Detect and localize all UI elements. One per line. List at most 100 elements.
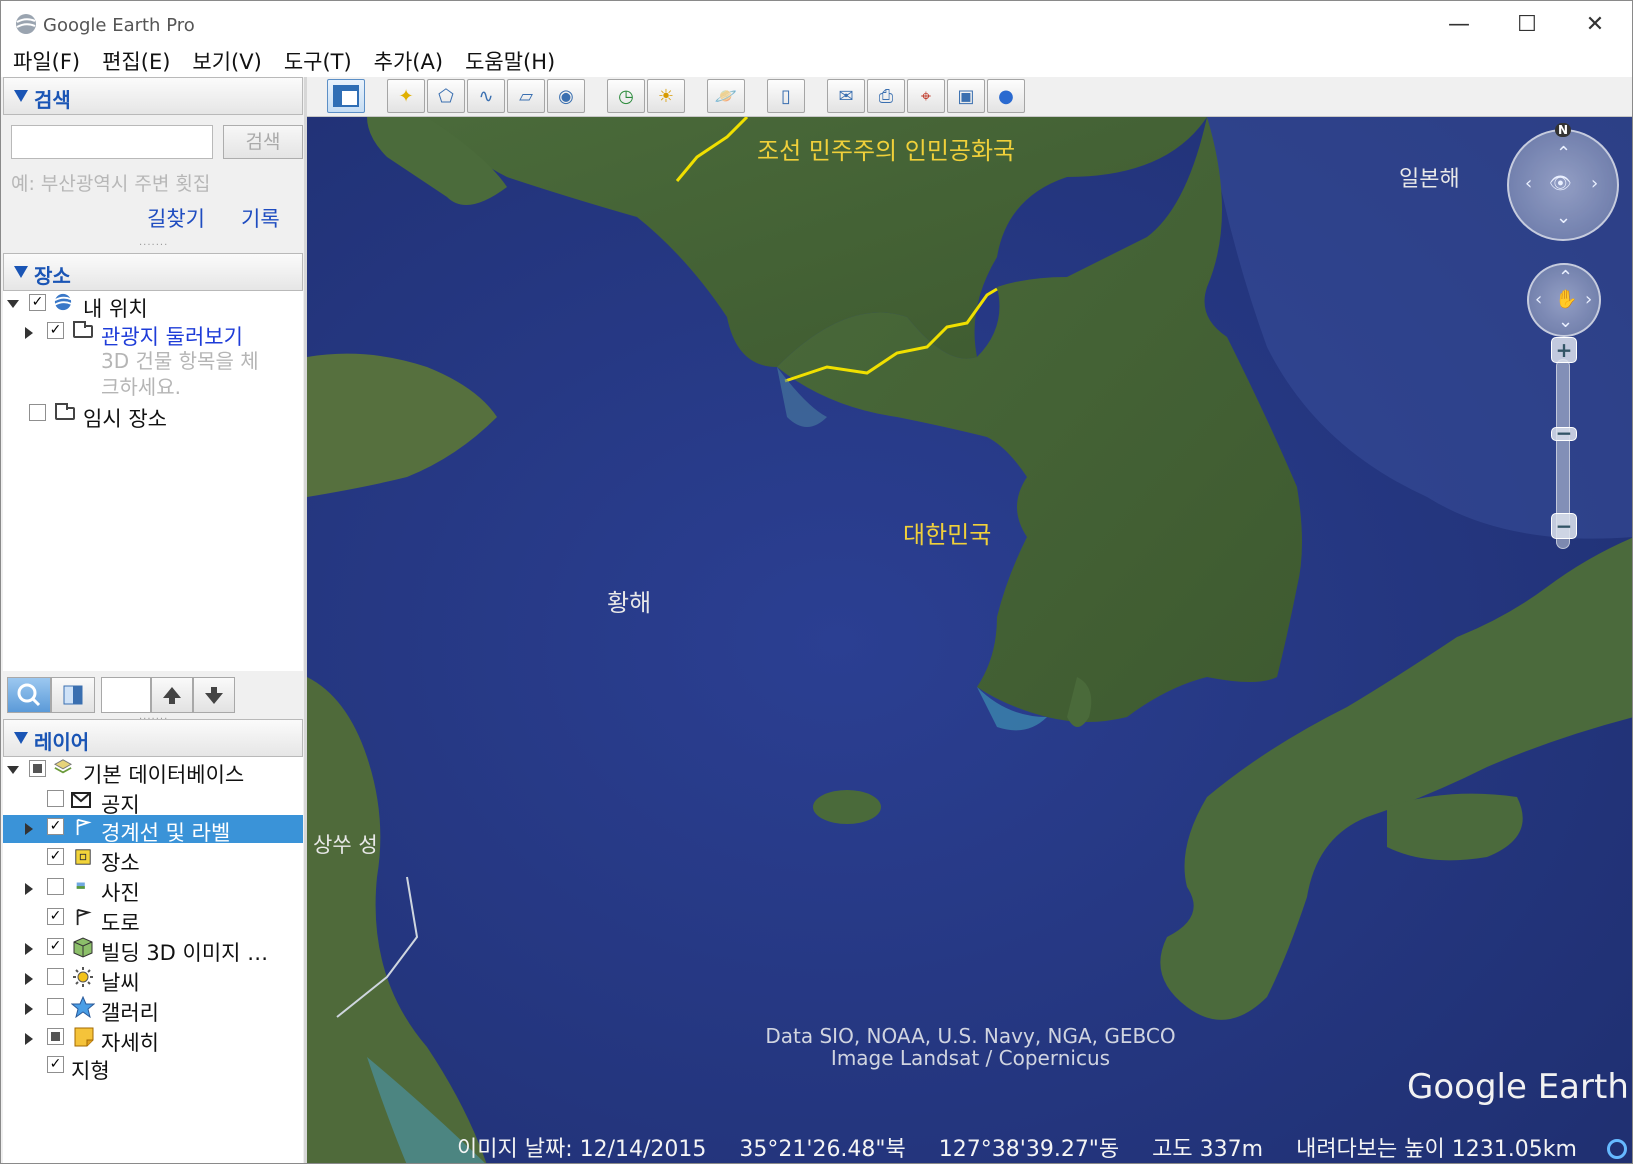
checkbox[interactable] — [47, 790, 64, 807]
places-tree: ✓ 내 위치 ✓ 관광지 둘러보기 3D 건물 항목을 체 크하세요. 임시 장… — [3, 291, 303, 671]
layer-row-gallery[interactable]: 갤러리 — [3, 995, 303, 1025]
sidebar-toggle-button[interactable] — [327, 79, 365, 113]
image-overlay-icon: ▱ — [519, 85, 533, 107]
look-down-icon[interactable]: ⌄ — [1556, 207, 1571, 228]
eye-icon: 👁 — [1549, 173, 1572, 194]
look-right-icon[interactable]: › — [1591, 173, 1598, 194]
pan-down-icon[interactable]: ⌄ — [1558, 311, 1573, 332]
maximize-button[interactable]: ☐ — [1493, 1, 1561, 47]
search-panel-header[interactable]: 검색 — [3, 77, 303, 115]
expand-arrow-icon[interactable] — [25, 1033, 33, 1045]
save-image-button[interactable]: ▣ — [947, 79, 985, 113]
checkbox[interactable]: ✓ — [47, 848, 64, 865]
zoom-out-button[interactable]: − — [1551, 513, 1577, 539]
checkbox[interactable] — [47, 968, 64, 985]
search-button[interactable]: 검색 — [223, 125, 303, 159]
add-polygon-button[interactable]: ⬠ — [427, 79, 465, 113]
layer-row-borders-labels[interactable]: ✓ 경계선 및 라벨 — [3, 815, 303, 845]
layer-row-3d-buildings[interactable]: ✓ 빌딩 3D 이미지 … — [3, 935, 303, 965]
expand-arrow-icon[interactable] — [25, 973, 33, 985]
tree-row-primary-database[interactable]: 기본 데이터베이스 — [3, 757, 303, 787]
layer-row-terrain[interactable]: ✓ 지형 — [3, 1053, 303, 1083]
checkbox[interactable] — [47, 998, 64, 1015]
checkbox[interactable]: ✓ — [47, 1056, 64, 1073]
earth-gallery-button[interactable]: ● — [987, 79, 1025, 113]
folder-icon — [73, 321, 93, 338]
switch-planet-button[interactable]: 🪐 — [707, 79, 745, 113]
look-control[interactable]: ⌃ ⌄ ‹ › 👁 — [1507, 129, 1619, 241]
add-image-overlay-button[interactable]: ▱ — [507, 79, 545, 113]
checkbox[interactable]: ✓ — [47, 908, 64, 925]
layers-panel-header[interactable]: 레이어 — [3, 719, 303, 757]
pan-up-icon[interactable]: ⌃ — [1558, 267, 1573, 288]
label-sea-of-japan: 일본해 — [1399, 167, 1460, 192]
look-left-icon[interactable]: ‹ — [1525, 173, 1532, 194]
status-bar: 이미지 날짜: 12/14/2015 35°21'26.48"북 127°38'… — [457, 1131, 1603, 1163]
globe-icon — [54, 293, 72, 311]
checkbox[interactable]: ✓ — [47, 938, 64, 955]
move-up-button[interactable] — [151, 677, 193, 713]
layer-row-notices[interactable]: 공지 — [3, 787, 303, 817]
directions-link[interactable]: 길찾기 — [147, 203, 205, 233]
pan-left-icon[interactable]: ‹ — [1535, 289, 1542, 310]
layer-row-more[interactable]: 자세히 — [3, 1025, 303, 1055]
flag-icon — [76, 908, 92, 926]
sunlight-button[interactable]: ☀ — [647, 79, 685, 113]
pan-right-icon[interactable]: › — [1585, 289, 1592, 310]
layer-row-photos[interactable]: 사진 — [3, 875, 303, 905]
add-path-button[interactable]: ∿ — [467, 79, 505, 113]
checkbox[interactable] — [47, 1028, 64, 1045]
menu-tools[interactable]: 도구(T) — [284, 47, 352, 77]
close-button[interactable]: ✕ — [1561, 1, 1629, 47]
move-down-button[interactable] — [193, 677, 235, 713]
menu-add[interactable]: 추가(A) — [374, 47, 443, 77]
layer-row-places[interactable]: ✓ 장소 — [3, 845, 303, 875]
print-button[interactable]: ⎙ — [867, 79, 905, 113]
expand-arrow-icon[interactable] — [7, 766, 19, 774]
layer-row-roads[interactable]: ✓ 도로 — [3, 905, 303, 935]
expand-arrow-icon[interactable] — [25, 1003, 33, 1015]
earth-map-view[interactable]: 조선 민주주의 인민공화국 대한민국 황해 일본해 상쑤 성 ⌃ ⌄ ‹ › 👁… — [307, 117, 1632, 1163]
expand-arrow-icon[interactable] — [25, 823, 33, 835]
ruler-button[interactable]: ▯ — [767, 79, 805, 113]
split-view-button[interactable] — [51, 677, 95, 713]
zoom-in-button[interactable]: + — [1551, 337, 1577, 363]
look-up-icon[interactable]: ⌃ — [1556, 143, 1571, 164]
view-in-maps-button[interactable]: ⌖ — [907, 79, 945, 113]
search-input[interactable] — [11, 125, 213, 159]
menu-help[interactable]: 도움말(H) — [465, 47, 555, 77]
envelope-icon — [71, 792, 91, 808]
tree-row-temporary-places[interactable]: 임시 장소 — [3, 401, 303, 431]
add-placemark-button[interactable]: ✦ — [387, 79, 425, 113]
checkbox[interactable]: ✓ — [47, 818, 64, 835]
window-title: Google Earth Pro — [43, 15, 195, 36]
panel-icon — [63, 685, 83, 705]
search-mode-button[interactable] — [7, 677, 51, 713]
compass-north-marker[interactable]: N — [1555, 123, 1571, 137]
minimize-button[interactable]: — — [1425, 1, 1493, 47]
email-button[interactable]: ✉ — [827, 79, 865, 113]
layer-row-weather[interactable]: 날씨 — [3, 965, 303, 995]
places-panel-header[interactable]: 장소 — [3, 253, 303, 291]
expand-arrow-icon[interactable] — [25, 327, 33, 339]
checkbox[interactable] — [29, 760, 46, 777]
historical-imagery-button[interactable]: ◷ — [607, 79, 645, 113]
expand-arrow-icon[interactable] — [25, 883, 33, 895]
checkbox[interactable]: ✓ — [47, 322, 64, 339]
menu-edit[interactable]: 편집(E) — [102, 47, 170, 77]
blank-field[interactable] — [101, 677, 151, 713]
checkbox[interactable] — [29, 404, 46, 421]
expand-arrow-icon[interactable] — [25, 943, 33, 955]
history-link[interactable]: 기록 — [241, 203, 280, 233]
menu-file[interactable]: 파일(F) — [13, 47, 80, 77]
checkbox[interactable]: ✓ — [29, 294, 46, 311]
tree-row-tour[interactable]: ✓ 관광지 둘러보기 — [3, 319, 303, 349]
zoom-slider-thumb[interactable]: − — [1551, 423, 1577, 443]
move-control[interactable]: ⌃ ⌄ ‹ › ✋ — [1527, 263, 1601, 337]
record-tour-button[interactable]: ◉ — [547, 79, 585, 113]
expand-arrow-icon[interactable] — [7, 300, 19, 308]
checkbox[interactable] — [47, 878, 64, 895]
resize-grip[interactable]: ....... — [139, 237, 168, 248]
menu-view[interactable]: 보기(V) — [192, 47, 261, 77]
tree-row-my-location[interactable]: ✓ 내 위치 — [3, 291, 303, 321]
